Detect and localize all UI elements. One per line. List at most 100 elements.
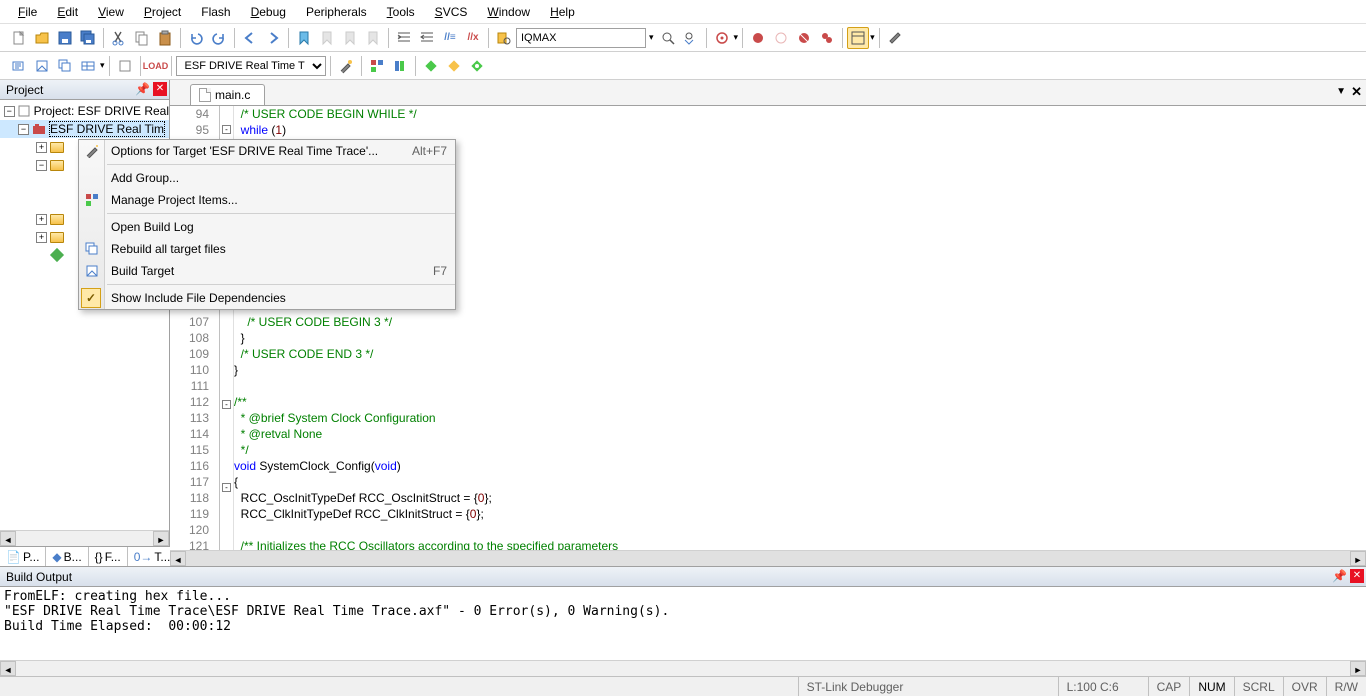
rebuild-icon bbox=[83, 240, 101, 258]
build-hscroll[interactable]: ◄► bbox=[0, 660, 1366, 676]
menu-tools[interactable]: Tools bbox=[377, 2, 425, 22]
batch-build-icon[interactable] bbox=[77, 55, 99, 77]
editor-tabs: main.c ▼ ✕ bbox=[170, 80, 1366, 106]
window-layout-icon[interactable] bbox=[847, 27, 869, 49]
bookmark-toggle-icon[interactable] bbox=[293, 27, 315, 49]
search-input[interactable] bbox=[516, 28, 646, 48]
download-icon[interactable]: LOAD bbox=[145, 55, 167, 77]
tab-close-icon[interactable]: ✕ bbox=[1351, 84, 1362, 100]
status-rw: R/W bbox=[1326, 677, 1366, 696]
paste-icon[interactable] bbox=[154, 27, 176, 49]
translate-icon[interactable] bbox=[8, 55, 30, 77]
breakpoint-insert-icon[interactable] bbox=[747, 27, 769, 49]
check-icon: ✓ bbox=[81, 288, 101, 308]
status-num: NUM bbox=[1189, 677, 1233, 696]
status-cap: CAP bbox=[1148, 677, 1190, 696]
open-icon[interactable] bbox=[31, 27, 53, 49]
menu-view[interactable]: View bbox=[88, 2, 134, 22]
pack-install2-icon[interactable] bbox=[443, 55, 465, 77]
menu-project[interactable]: Project bbox=[134, 2, 191, 22]
ctx-build-target[interactable]: Build TargetF7 bbox=[79, 260, 455, 282]
close-icon[interactable]: ✕ bbox=[1350, 569, 1364, 583]
menu-file[interactable]: File bbox=[8, 2, 47, 22]
copy-icon[interactable] bbox=[131, 27, 153, 49]
books-icon[interactable] bbox=[389, 55, 411, 77]
tab-books[interactable]: ◆B... bbox=[46, 547, 88, 566]
toolbar-main: //≡ //x ▾ ▾ ▾ bbox=[0, 24, 1366, 52]
status-scrl: SCRL bbox=[1234, 677, 1283, 696]
ctx-show-include-file-dependencies[interactable]: ✓Show Include File Dependencies bbox=[79, 287, 455, 309]
build-output-panel: Build Output 📌 ✕ FromELF: creating hex f… bbox=[0, 566, 1366, 676]
project-root[interactable]: Project: ESF DRIVE Real bbox=[34, 104, 169, 118]
toolbar-build: ▾ LOAD ESF DRIVE Real Time Trac bbox=[0, 52, 1366, 80]
uncomment-icon[interactable]: //x bbox=[462, 27, 484, 49]
nav-back-icon[interactable] bbox=[239, 27, 261, 49]
save-all-icon[interactable] bbox=[77, 27, 99, 49]
undo-icon[interactable] bbox=[185, 27, 207, 49]
menu-flash[interactable]: Flash bbox=[191, 2, 240, 22]
project-hscroll[interactable]: ◄► bbox=[0, 530, 169, 546]
pin-icon[interactable]: 📌 bbox=[135, 82, 149, 96]
file-icon bbox=[199, 88, 211, 102]
project-panel-title: Project 📌 ✕ bbox=[0, 80, 169, 100]
target-options-icon[interactable] bbox=[335, 55, 357, 77]
status-ovr: OVR bbox=[1283, 677, 1326, 696]
build-output-title: Build Output 📌 ✕ bbox=[0, 567, 1366, 587]
cut-icon[interactable] bbox=[108, 27, 130, 49]
close-icon[interactable]: ✕ bbox=[153, 82, 167, 96]
menu-peripherals[interactable]: Peripherals bbox=[296, 2, 377, 22]
save-icon[interactable] bbox=[54, 27, 76, 49]
bookmark-clear-icon[interactable] bbox=[362, 27, 384, 49]
status-debugger: ST-Link Debugger bbox=[798, 677, 1058, 696]
pin-icon[interactable]: 📌 bbox=[1332, 569, 1346, 583]
breakpoint-disable-icon[interactable] bbox=[770, 27, 792, 49]
redo-icon[interactable] bbox=[208, 27, 230, 49]
menu-edit[interactable]: Edit bbox=[47, 2, 88, 22]
ctx-rebuild-all-target-files[interactable]: Rebuild all target files bbox=[79, 238, 455, 260]
build-icon bbox=[83, 262, 101, 280]
build-output-text[interactable]: FromELF: creating hex file... "ESF DRIVE… bbox=[0, 587, 1366, 660]
manage-items-icon[interactable] bbox=[366, 55, 388, 77]
new-file-icon[interactable] bbox=[8, 27, 30, 49]
bookmark-prev-icon[interactable] bbox=[316, 27, 338, 49]
project-panel-tabs: 📄P... ◆B... {}F... 0→T... bbox=[0, 546, 169, 566]
menu-svcs[interactable]: SVCS bbox=[425, 2, 478, 22]
find-next-icon[interactable] bbox=[680, 27, 702, 49]
bookmark-next-icon[interactable] bbox=[339, 27, 361, 49]
editor-hscroll[interactable]: ◄► bbox=[170, 550, 1366, 566]
comment-icon[interactable]: //≡ bbox=[439, 27, 461, 49]
breakpoint-kill-icon[interactable] bbox=[793, 27, 815, 49]
build-icon[interactable] bbox=[31, 55, 53, 77]
ctx-open-build-log[interactable]: Open Build Log bbox=[79, 216, 455, 238]
ctx-options-for-target-esf-drive-r[interactable]: Options for Target 'ESF DRIVE Real Time … bbox=[79, 140, 455, 162]
ctx-manage-project-items-[interactable]: Manage Project Items... bbox=[79, 189, 455, 211]
tab-dropdown-icon[interactable]: ▼ bbox=[1336, 86, 1346, 97]
manage-rte-icon[interactable] bbox=[466, 55, 488, 77]
menu-debug[interactable]: Debug bbox=[241, 2, 296, 22]
pack-install-icon[interactable] bbox=[420, 55, 442, 77]
debug-icon[interactable] bbox=[711, 27, 733, 49]
outdent-icon[interactable] bbox=[416, 27, 438, 49]
tab-main-c[interactable]: main.c bbox=[190, 84, 265, 105]
find-in-files-icon[interactable] bbox=[493, 27, 515, 49]
menu-help[interactable]: Help bbox=[540, 2, 585, 22]
find-icon[interactable] bbox=[657, 27, 679, 49]
context-menu: Options for Target 'ESF DRIVE Real Time … bbox=[78, 139, 456, 310]
tab-functions[interactable]: {}F... bbox=[89, 547, 128, 566]
ctx-add-group-[interactable]: Add Group... bbox=[79, 167, 455, 189]
rebuild-icon[interactable] bbox=[54, 55, 76, 77]
target-select[interactable]: ESF DRIVE Real Time Trac bbox=[176, 56, 326, 76]
project-target[interactable]: ESF DRIVE Real Tim bbox=[49, 121, 165, 137]
menu-bar: FileEditViewProjectFlashDebugPeripherals… bbox=[0, 0, 1366, 24]
wand-icon bbox=[83, 142, 101, 160]
indent-icon[interactable] bbox=[393, 27, 415, 49]
tab-project[interactable]: 📄P... bbox=[0, 547, 46, 566]
menu-window[interactable]: Window bbox=[477, 2, 540, 22]
status-cursor-pos: L:100 C:6 bbox=[1058, 677, 1148, 696]
stop-build-icon[interactable] bbox=[114, 55, 136, 77]
nav-fwd-icon[interactable] bbox=[262, 27, 284, 49]
breakpoint-killall-icon[interactable] bbox=[816, 27, 838, 49]
boxes-icon bbox=[83, 191, 101, 209]
status-bar: ST-Link Debugger L:100 C:6 CAP NUM SCRL … bbox=[0, 676, 1366, 696]
configure-icon[interactable] bbox=[884, 27, 906, 49]
